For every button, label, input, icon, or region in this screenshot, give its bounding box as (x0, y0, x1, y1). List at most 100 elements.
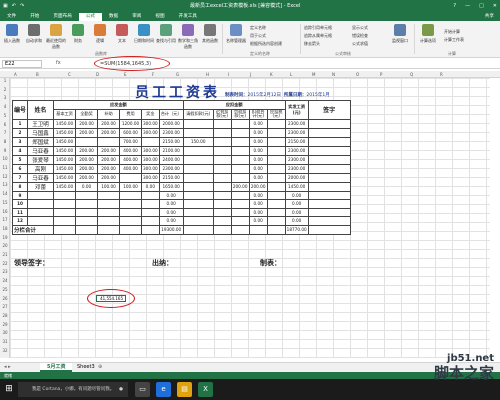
row-header[interactable]: 21 (0, 252, 10, 257)
sign-cell[interactable] (307, 136, 351, 147)
tab-home[interactable]: 开始 (23, 13, 46, 21)
table-cell[interactable] (266, 136, 286, 147)
table-cell[interactable]: 200.00 (97, 118, 121, 129)
fx-label[interactable]: fx (56, 60, 61, 66)
row-index[interactable]: 11 (11, 207, 29, 217)
cortana-search[interactable]: 我是 Cortana，小娜。有问题尽管问我。 ● (18, 382, 128, 397)
table-cell[interactable] (230, 136, 250, 147)
table-cell[interactable] (230, 207, 250, 217)
column-header[interactable]: Q (410, 71, 413, 78)
table-cell[interactable] (182, 127, 214, 138)
table-cell[interactable]: 2400.00 (158, 154, 184, 165)
sign-cell[interactable] (307, 163, 351, 174)
name-box[interactable]: E22 (2, 60, 42, 68)
table-cell[interactable]: 300.00 (141, 172, 160, 183)
row-header[interactable]: 16 (0, 209, 10, 214)
table-cell[interactable] (75, 216, 99, 226)
table-cell[interactable] (266, 172, 286, 183)
financial-button[interactable]: 财务 (68, 24, 88, 44)
row-index[interactable]: 12 (11, 216, 29, 226)
logical-button[interactable]: 逻辑 (90, 24, 110, 44)
row-header[interactable]: 7 (0, 130, 10, 135)
more-functions-button[interactable]: 其他函数 (200, 24, 220, 44)
table-cell[interactable] (182, 163, 214, 174)
table-cell[interactable] (53, 207, 77, 217)
table-cell[interactable] (212, 163, 232, 174)
table-cell[interactable]: 1450.00 (53, 154, 77, 165)
table-cell[interactable]: 0.00 (141, 181, 160, 192)
table-cell[interactable] (212, 181, 232, 192)
text-button[interactable]: 文本 (112, 24, 132, 44)
table-cell[interactable]: 400.00 (119, 145, 143, 156)
row-header[interactable]: 28 (0, 313, 10, 318)
row-header[interactable]: 9 (0, 148, 10, 153)
table-cell[interactable]: 300.00 (141, 163, 160, 174)
row-header[interactable]: 23 (0, 269, 10, 274)
table-cell[interactable] (119, 207, 143, 217)
table-cell[interactable]: 1450.00 (53, 163, 77, 174)
table-cell[interactable]: 0.00 (248, 190, 268, 200)
sign-cell[interactable] (307, 172, 351, 183)
table-cell[interactable]: 1450.00 (284, 181, 309, 192)
recent-functions-button[interactable]: 最近使用的函数 (46, 24, 66, 50)
table-cell[interactable]: 2150.00 (158, 136, 184, 147)
tab-page-layout[interactable]: 页面布局 (46, 13, 78, 21)
sign-cell[interactable] (307, 127, 351, 138)
employee-name[interactable] (27, 190, 55, 200)
table-cell[interactable]: 300.00 (141, 127, 160, 138)
table-cell[interactable] (266, 118, 286, 129)
table-cell[interactable] (230, 199, 250, 209)
row-header[interactable]: 1 (0, 78, 10, 83)
column-header[interactable]: K (270, 71, 273, 78)
file-explorer-icon[interactable]: ▤ (177, 382, 192, 397)
table-cell[interactable]: 200.00 (75, 145, 99, 156)
row-header[interactable]: 30 (0, 330, 10, 335)
sheet-tab-sheet3[interactable]: Sheet3 (70, 363, 102, 372)
table-cell[interactable]: 1450.00 (53, 136, 77, 147)
remove-arrows-button[interactable]: 移去箭头 (304, 41, 320, 47)
task-view-icon[interactable]: ▭ (135, 382, 150, 397)
column-header[interactable]: J (250, 71, 251, 78)
lookup-button[interactable]: 查找与引用 (156, 24, 176, 44)
table-cell[interactable]: 2000.00 (158, 118, 184, 129)
math-trig-button[interactable]: 数学和三角函数 (178, 24, 198, 50)
table-cell[interactable] (266, 145, 286, 156)
table-cell[interactable]: 2300.00 (158, 163, 184, 174)
table-cell[interactable] (75, 207, 99, 217)
sign-cell[interactable] (307, 181, 351, 192)
table-cell[interactable] (182, 207, 214, 217)
table-cell[interactable]: 200.00 (248, 181, 268, 192)
tab-formulas[interactable]: 公式 (78, 13, 102, 21)
table-cell[interactable] (266, 216, 286, 226)
table-cell[interactable] (266, 127, 286, 138)
table-cell[interactable] (182, 118, 214, 129)
table-cell[interactable] (75, 136, 99, 147)
table-cell[interactable]: 2300.00 (158, 127, 184, 138)
excel-icon[interactable]: X (198, 382, 213, 397)
name-manager-button[interactable]: 名称管理器 (226, 24, 246, 44)
insert-function-button[interactable]: 插入函数 (2, 24, 22, 44)
row-index[interactable]: 1 (11, 118, 29, 129)
table-cell[interactable] (182, 216, 214, 226)
table-cell[interactable]: 2300.00 (284, 145, 309, 156)
table-cell[interactable]: 1450.00 (53, 181, 77, 192)
table-cell[interactable] (212, 172, 232, 183)
row-header[interactable]: 18 (0, 226, 10, 231)
table-cell[interactable]: 0.00 (248, 145, 268, 156)
table-cell[interactable]: 400.00 (119, 154, 143, 165)
employee-name[interactable] (27, 207, 55, 217)
table-cell[interactable] (182, 145, 214, 156)
table-cell[interactable] (97, 190, 121, 200)
column-header[interactable]: C (68, 71, 71, 78)
edge-icon[interactable]: e (156, 382, 171, 397)
column-header[interactable]: L (290, 71, 292, 78)
table-cell[interactable] (230, 127, 250, 138)
help-button[interactable]: ? (453, 0, 456, 13)
table-cell[interactable] (182, 190, 214, 200)
row-index[interactable]: 5 (11, 154, 29, 165)
microphone-icon[interactable]: ● (119, 382, 123, 397)
table-cell[interactable]: 200.00 (230, 181, 250, 192)
sheet-nav-arrows[interactable]: ◂ ▸ (4, 364, 11, 370)
table-cell[interactable]: 300.00 (141, 154, 160, 165)
table-cell[interactable]: 200.00 (75, 127, 99, 138)
